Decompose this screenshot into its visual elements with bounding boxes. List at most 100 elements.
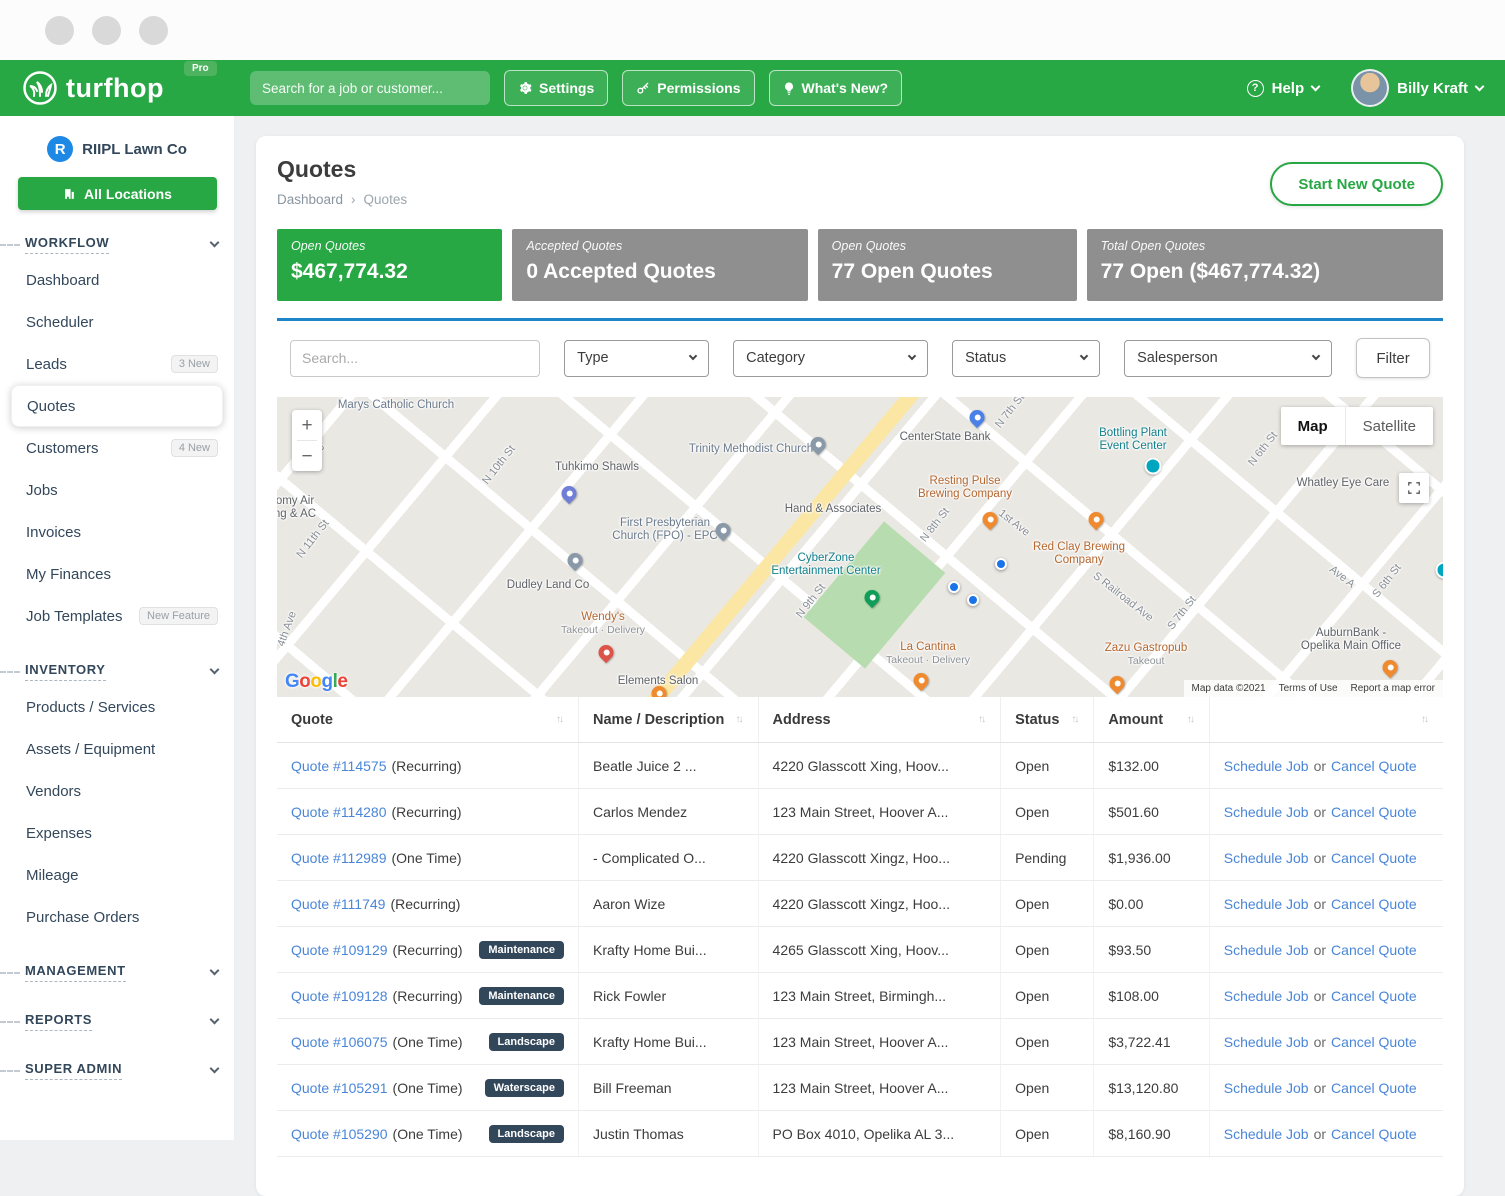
sidebar-section-reports[interactable]: REPORTS [0,1007,234,1036]
sidebar-item-purchase-orders[interactable]: Purchase Orders [0,896,234,938]
cancel-quote-link[interactable]: Cancel Quote [1331,1080,1417,1096]
sidebar-item-jobs[interactable]: Jobs [0,469,234,511]
sidebar-item-vendors[interactable]: Vendors [0,770,234,812]
sidebar-section-super-admin[interactable]: SUPER ADMIN [0,1056,234,1085]
quote-link[interactable]: Quote #114280 [291,804,387,820]
quote-link[interactable]: Quote #111749 [291,896,385,912]
filter-select-status[interactable]: Status [952,340,1100,377]
schedule-job-link[interactable]: Schedule Job [1224,896,1309,912]
cancel-quote-link[interactable]: Cancel Quote [1331,942,1417,958]
zoom-out-button[interactable]: − [292,441,322,471]
sidebar-section-management[interactable]: MANAGEMENT [0,958,234,987]
quote-link[interactable]: Quote #109128 [291,988,388,1004]
map[interactable]: Marys Catholic ChurchTuhkimo ShawlsTrini… [277,397,1443,697]
quote-link[interactable]: Quote #112989 [291,850,387,866]
sort-icon[interactable]: ↑↓ [736,714,744,725]
map-type-map-button[interactable]: Map [1281,407,1345,445]
map-marker-circle-teal[interactable] [1436,562,1444,579]
sidebar-item-mileage[interactable]: Mileage [0,854,234,896]
map-marker-pin-gray[interactable] [716,523,731,538]
map-marker-pin-green[interactable] [865,590,880,605]
filter-select-type[interactable]: Type [564,340,709,377]
global-search-input[interactable] [250,71,490,105]
breadcrumb-dashboard-link[interactable]: Dashboard [277,192,343,207]
cancel-quote-link[interactable]: Cancel Quote [1331,988,1417,1004]
google-logo[interactable]: Google [285,671,347,693]
sidebar-item-my-finances[interactable]: My Finances [0,553,234,595]
sort-icon[interactable]: ↑↓ [978,714,986,725]
schedule-job-link[interactable]: Schedule Job [1224,850,1309,866]
all-locations-button[interactable]: All Locations [18,177,217,210]
window-control-dot[interactable] [139,16,168,45]
map-marker-pin-orange[interactable] [652,686,667,697]
filter-select-salesperson[interactable]: Salesperson [1124,340,1332,377]
report-map-error-link[interactable]: Report a map error [1351,683,1435,694]
map-marker-pin-orange[interactable] [1110,676,1125,691]
quote-link[interactable]: Quote #105290 [291,1126,388,1142]
help-menu[interactable]: ? Help [1247,80,1320,97]
settings-button[interactable]: Settings [504,70,608,106]
schedule-job-link[interactable]: Schedule Job [1224,942,1309,958]
sort-icon[interactable]: ↑↓ [556,714,564,725]
sidebar-item-leads[interactable]: Leads3 New [0,343,234,385]
filter-button[interactable]: Filter [1356,338,1430,378]
sidebar-section-inventory[interactable]: INVENTORY [0,657,234,686]
permissions-button[interactable]: Permissions [622,70,754,106]
column-header-address[interactable]: Address↑↓ [759,697,1002,742]
schedule-job-link[interactable]: Schedule Job [1224,758,1309,774]
column-header-actions[interactable]: ↑↓ [1210,697,1443,742]
map-marker-pin-blue[interactable] [970,410,985,425]
map-type-satellite-button[interactable]: Satellite [1345,407,1433,445]
user-menu[interactable]: Billy Kraft [1351,69,1483,107]
filter-select-category[interactable]: Category [733,340,928,377]
schedule-job-link[interactable]: Schedule Job [1224,1080,1309,1096]
column-header-quote[interactable]: Quote↑↓ [277,697,579,742]
company-selector[interactable]: R RIIPL Lawn Co [0,134,234,164]
map-marker-pin-orange[interactable] [1383,660,1398,675]
map-marker-pin-gray[interactable] [811,437,826,452]
sidebar-item-products-services[interactable]: Products / Services [0,686,234,728]
column-header-name-description[interactable]: Name / Description↑↓ [579,697,759,742]
cancel-quote-link[interactable]: Cancel Quote [1331,850,1417,866]
map-marker-dot-blue[interactable] [967,594,979,606]
map-marker-dot-blue[interactable] [948,581,960,593]
map-marker-pin-red[interactable] [599,645,614,660]
schedule-job-link[interactable]: Schedule Job [1224,988,1309,1004]
schedule-job-link[interactable]: Schedule Job [1224,804,1309,820]
sidebar-item-assets-equipment[interactable]: Assets / Equipment [0,728,234,770]
schedule-job-link[interactable]: Schedule Job [1224,1126,1309,1142]
window-control-dot[interactable] [45,16,74,45]
sidebar-item-scheduler[interactable]: Scheduler [0,301,234,343]
quote-link[interactable]: Quote #114575 [291,758,387,774]
quote-link[interactable]: Quote #105291 [291,1080,388,1096]
map-marker-pin-gray[interactable] [568,553,583,568]
sidebar-item-expenses[interactable]: Expenses [0,812,234,854]
app-logo[interactable]: turfhop Pro [22,70,236,106]
sort-icon[interactable]: ↑↓ [1071,714,1079,725]
sidebar-item-customers[interactable]: Customers4 New [0,427,234,469]
window-control-dot[interactable] [92,16,121,45]
start-new-quote-button[interactable]: Start New Quote [1270,162,1443,206]
sort-icon[interactable]: ↑↓ [1187,714,1195,725]
column-header-status[interactable]: Status↑↓ [1001,697,1094,742]
quote-link[interactable]: Quote #106075 [291,1034,388,1050]
zoom-in-button[interactable]: + [292,410,322,440]
fullscreen-button[interactable] [1399,473,1429,503]
map-marker-dot-blue[interactable] [995,558,1007,570]
cancel-quote-link[interactable]: Cancel Quote [1331,758,1417,774]
sidebar-item-quotes[interactable]: Quotes [11,385,223,427]
whats-new-button[interactable]: What's New? [769,70,903,106]
quotes-search-input[interactable] [290,340,540,377]
map-marker-pin-orange[interactable] [914,673,929,688]
terms-of-use-link[interactable]: Terms of Use [1279,683,1338,694]
quote-link[interactable]: Quote #109129 [291,942,388,958]
cancel-quote-link[interactable]: Cancel Quote [1331,804,1417,820]
cancel-quote-link[interactable]: Cancel Quote [1331,1126,1417,1142]
map-marker-circle-teal[interactable] [1145,458,1162,475]
column-header-amount[interactable]: Amount↑↓ [1094,697,1209,742]
map-marker-pin-orange[interactable] [1089,512,1104,527]
map-marker-pin-indigo[interactable] [562,486,577,501]
cancel-quote-link[interactable]: Cancel Quote [1331,896,1417,912]
map-marker-pin-orange[interactable] [983,512,998,527]
sidebar-item-invoices[interactable]: Invoices [0,511,234,553]
